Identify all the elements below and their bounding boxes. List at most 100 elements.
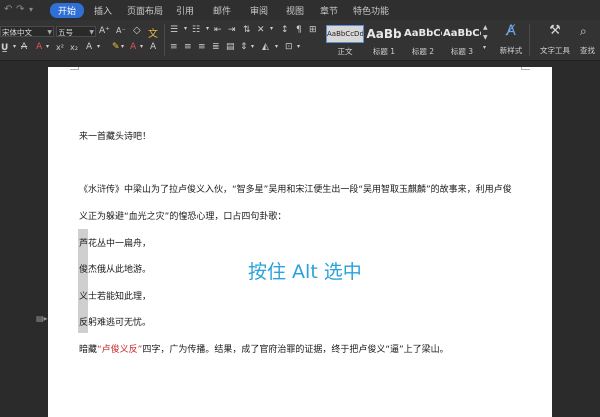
gallery-up-icon[interactable]: ▲ <box>483 24 488 31</box>
font-color-icon[interactable]: A <box>36 42 42 52</box>
chevron-down-icon[interactable]: ▾ <box>13 43 16 50</box>
dropdown-icon[interactable]: ▾ <box>29 5 33 14</box>
justify-icon[interactable]: ≣ <box>212 42 220 52</box>
tab-insert[interactable]: 插入 <box>94 4 112 17</box>
style-label: 标题 3 <box>450 47 474 56</box>
tab-home[interactable]: 开始 <box>50 3 85 18</box>
poem-line: 反躬难逃可无忧。 <box>79 318 152 328</box>
tab-sections[interactable]: 章节 <box>320 4 338 17</box>
style-heading-3[interactable]: AaBbCc 标题 3 <box>443 23 481 57</box>
font-color-red-icon[interactable]: A <box>130 42 136 52</box>
font-name-value: 宋体中文 <box>2 28 32 37</box>
font-name-select[interactable]: 宋体中文 ▼ <box>0 26 54 37</box>
style-label: 标题 1 <box>372 47 396 56</box>
new-style-label: 新样式 <box>499 46 523 55</box>
style-gallery: AaBbCcDd 正文 AaBb 标题 1 AaBbCc 标题 2 AaBbCc… <box>326 23 481 57</box>
char-border-icon[interactable]: A <box>150 42 156 52</box>
distribute-icon[interactable]: ▤ <box>226 42 235 52</box>
style-preview: AaBbCc <box>404 28 442 39</box>
chevron-down-icon[interactable]: ▾ <box>121 43 124 50</box>
chevron-down-icon[interactable]: ▾ <box>140 43 143 50</box>
gallery-more-icon[interactable]: ▾ <box>483 44 486 51</box>
tab-review[interactable]: 审阅 <box>250 4 268 17</box>
chevron-down-icon[interactable]: ▾ <box>275 43 278 50</box>
text-segment: 暗藏 <box>79 345 98 355</box>
align-left-icon[interactable]: ≡ <box>170 42 178 52</box>
tab-references[interactable]: 引用 <box>176 4 194 17</box>
highlight-icon[interactable]: ✎ <box>112 42 120 52</box>
font-size-select[interactable]: 五号 ▼ <box>56 26 96 37</box>
tab-mailings[interactable]: 邮件 <box>213 4 231 17</box>
new-style-icon: A̸ <box>506 23 516 39</box>
text-segment: 四字，广为传播。结果，成了官府治罪的证据，终于把卢俊义“逼”上了梁山。 <box>142 345 449 355</box>
align-right-icon[interactable]: ≡ <box>198 42 206 52</box>
subscript-icon[interactable]: x₂ <box>70 43 78 52</box>
document-page[interactable]: 来一首藏头诗吧！ 《水浒传》中梁山为了拉卢俊义入伙，“智多星”吴用和宋江便生出一… <box>48 67 552 417</box>
grow-font-icon[interactable]: A⁺ <box>99 26 110 36</box>
chevron-down-icon[interactable]: ▾ <box>270 25 273 32</box>
text-tools-label: 文字工具 <box>540 46 570 55</box>
style-preview: AaBbCcDd <box>326 25 364 43</box>
find-replace-button[interactable]: ⌕ 查找 <box>580 23 600 57</box>
paragraph: 义正为躲避“血光之灾”的惶恐心理，口占四句卦歌： <box>79 212 287 222</box>
phonetic-icon[interactable]: 文 <box>148 25 158 40</box>
gallery-down-icon[interactable]: ▼ <box>483 34 488 41</box>
chinese-layout-icon[interactable]: ✕ <box>257 25 265 35</box>
chevron-down-icon[interactable]: ▾ <box>206 25 209 32</box>
ribbon: 宋体中文 ▼ 五号 ▼ A⁺ A⁻ ◇ 文 U̲ ▾ A A ▾ x² x₂ A… <box>0 20 600 61</box>
wrench-icon: ⚒ <box>549 23 561 38</box>
style-preview: AaBb <box>366 27 402 41</box>
superscript-icon[interactable]: x² <box>56 43 64 52</box>
style-preview: AaBbCc <box>443 28 481 39</box>
tab-view[interactable]: 视图 <box>286 4 304 17</box>
clear-format-icon[interactable]: ◇ <box>133 25 141 36</box>
chevron-down-icon[interactable]: ▾ <box>251 43 254 50</box>
numbered-list-icon[interactable]: ☷ <box>192 25 200 35</box>
decrease-indent-icon[interactable]: ⇤ <box>214 25 222 35</box>
font-size-value: 五号 <box>58 28 73 37</box>
shading-icon[interactable]: ◭ <box>262 42 269 52</box>
underline-icon[interactable]: U̲ <box>1 43 8 53</box>
document-canvas[interactable]: 来一首藏头诗吧！ 《水浒传》中梁山为了拉卢俊义入伙，“智多星”吴用和宋江便生出一… <box>0 61 600 417</box>
strikethrough-icon[interactable]: A <box>21 42 27 52</box>
paragraph: 《水浒传》中梁山为了拉卢俊义入伙，“智多星”吴用和宋江便生出一段“吴用智取玉麒麟… <box>79 185 512 195</box>
style-heading-2[interactable]: AaBbCc 标题 2 <box>404 23 442 57</box>
border-icon[interactable]: ⊡ <box>285 42 293 52</box>
sort-icon[interactable]: ⇅ <box>243 25 251 35</box>
chevron-down-icon[interactable]: ▾ <box>46 43 49 50</box>
chevron-down-icon: ▼ <box>47 29 52 36</box>
paragraph: 来一首藏头诗吧！ <box>79 132 152 142</box>
text-tools-button[interactable]: ⚒ 文字工具 <box>535 23 575 57</box>
poem-line: 义士若能知此理， <box>79 292 152 302</box>
highlighted-text: “卢俊义反” <box>97 345 143 355</box>
undo-icon[interactable]: ↶ <box>4 4 12 15</box>
paragraph-marker-icon[interactable]: ▤▸ <box>36 314 48 323</box>
tab-special-features[interactable]: 特色功能 <box>353 4 389 17</box>
paragraph: 暗藏“卢俊义反”四字，广为传播。结果，成了官府治罪的证据，终于把卢俊义“逼”上了… <box>79 342 449 355</box>
shrink-font-icon[interactable]: A⁻ <box>116 26 126 35</box>
chevron-down-icon: ▼ <box>89 29 94 36</box>
chevron-down-icon[interactable]: ▾ <box>184 25 187 32</box>
grid-icon[interactable]: ⊞ <box>309 25 317 35</box>
poem-line: 芦花丛中一扁舟， <box>79 239 152 249</box>
style-normal[interactable]: AaBbCcDd 正文 <box>326 23 364 57</box>
search-icon: ⌕ <box>580 24 587 38</box>
align-center-icon[interactable]: ≡ <box>184 42 192 52</box>
line-spacing-icon[interactable]: ↕ <box>281 25 289 35</box>
alt-select-hint: 按住 Alt 选中 <box>248 261 362 283</box>
increase-indent-icon[interactable]: ⇥ <box>228 25 236 35</box>
chevron-down-icon[interactable]: ▾ <box>297 43 300 50</box>
margin-mark <box>70 67 79 70</box>
tab-page-layout[interactable]: 页面布局 <box>127 4 163 17</box>
bullet-list-icon[interactable]: ☰ <box>170 25 178 35</box>
find-replace-label: 查找 <box>580 46 595 55</box>
text-effect-icon[interactable]: A <box>86 42 92 52</box>
redo-icon[interactable]: ↷ <box>16 4 24 15</box>
divider <box>529 24 530 56</box>
style-heading-1[interactable]: AaBb 标题 1 <box>365 23 403 57</box>
margin-mark <box>521 67 530 70</box>
new-style-button[interactable]: A̸ 新样式 <box>494 23 528 57</box>
line-spacing-icon[interactable]: ⇕ <box>240 42 248 52</box>
show-marks-icon[interactable]: ¶ <box>296 25 302 35</box>
chevron-down-icon[interactable]: ▾ <box>97 43 100 50</box>
